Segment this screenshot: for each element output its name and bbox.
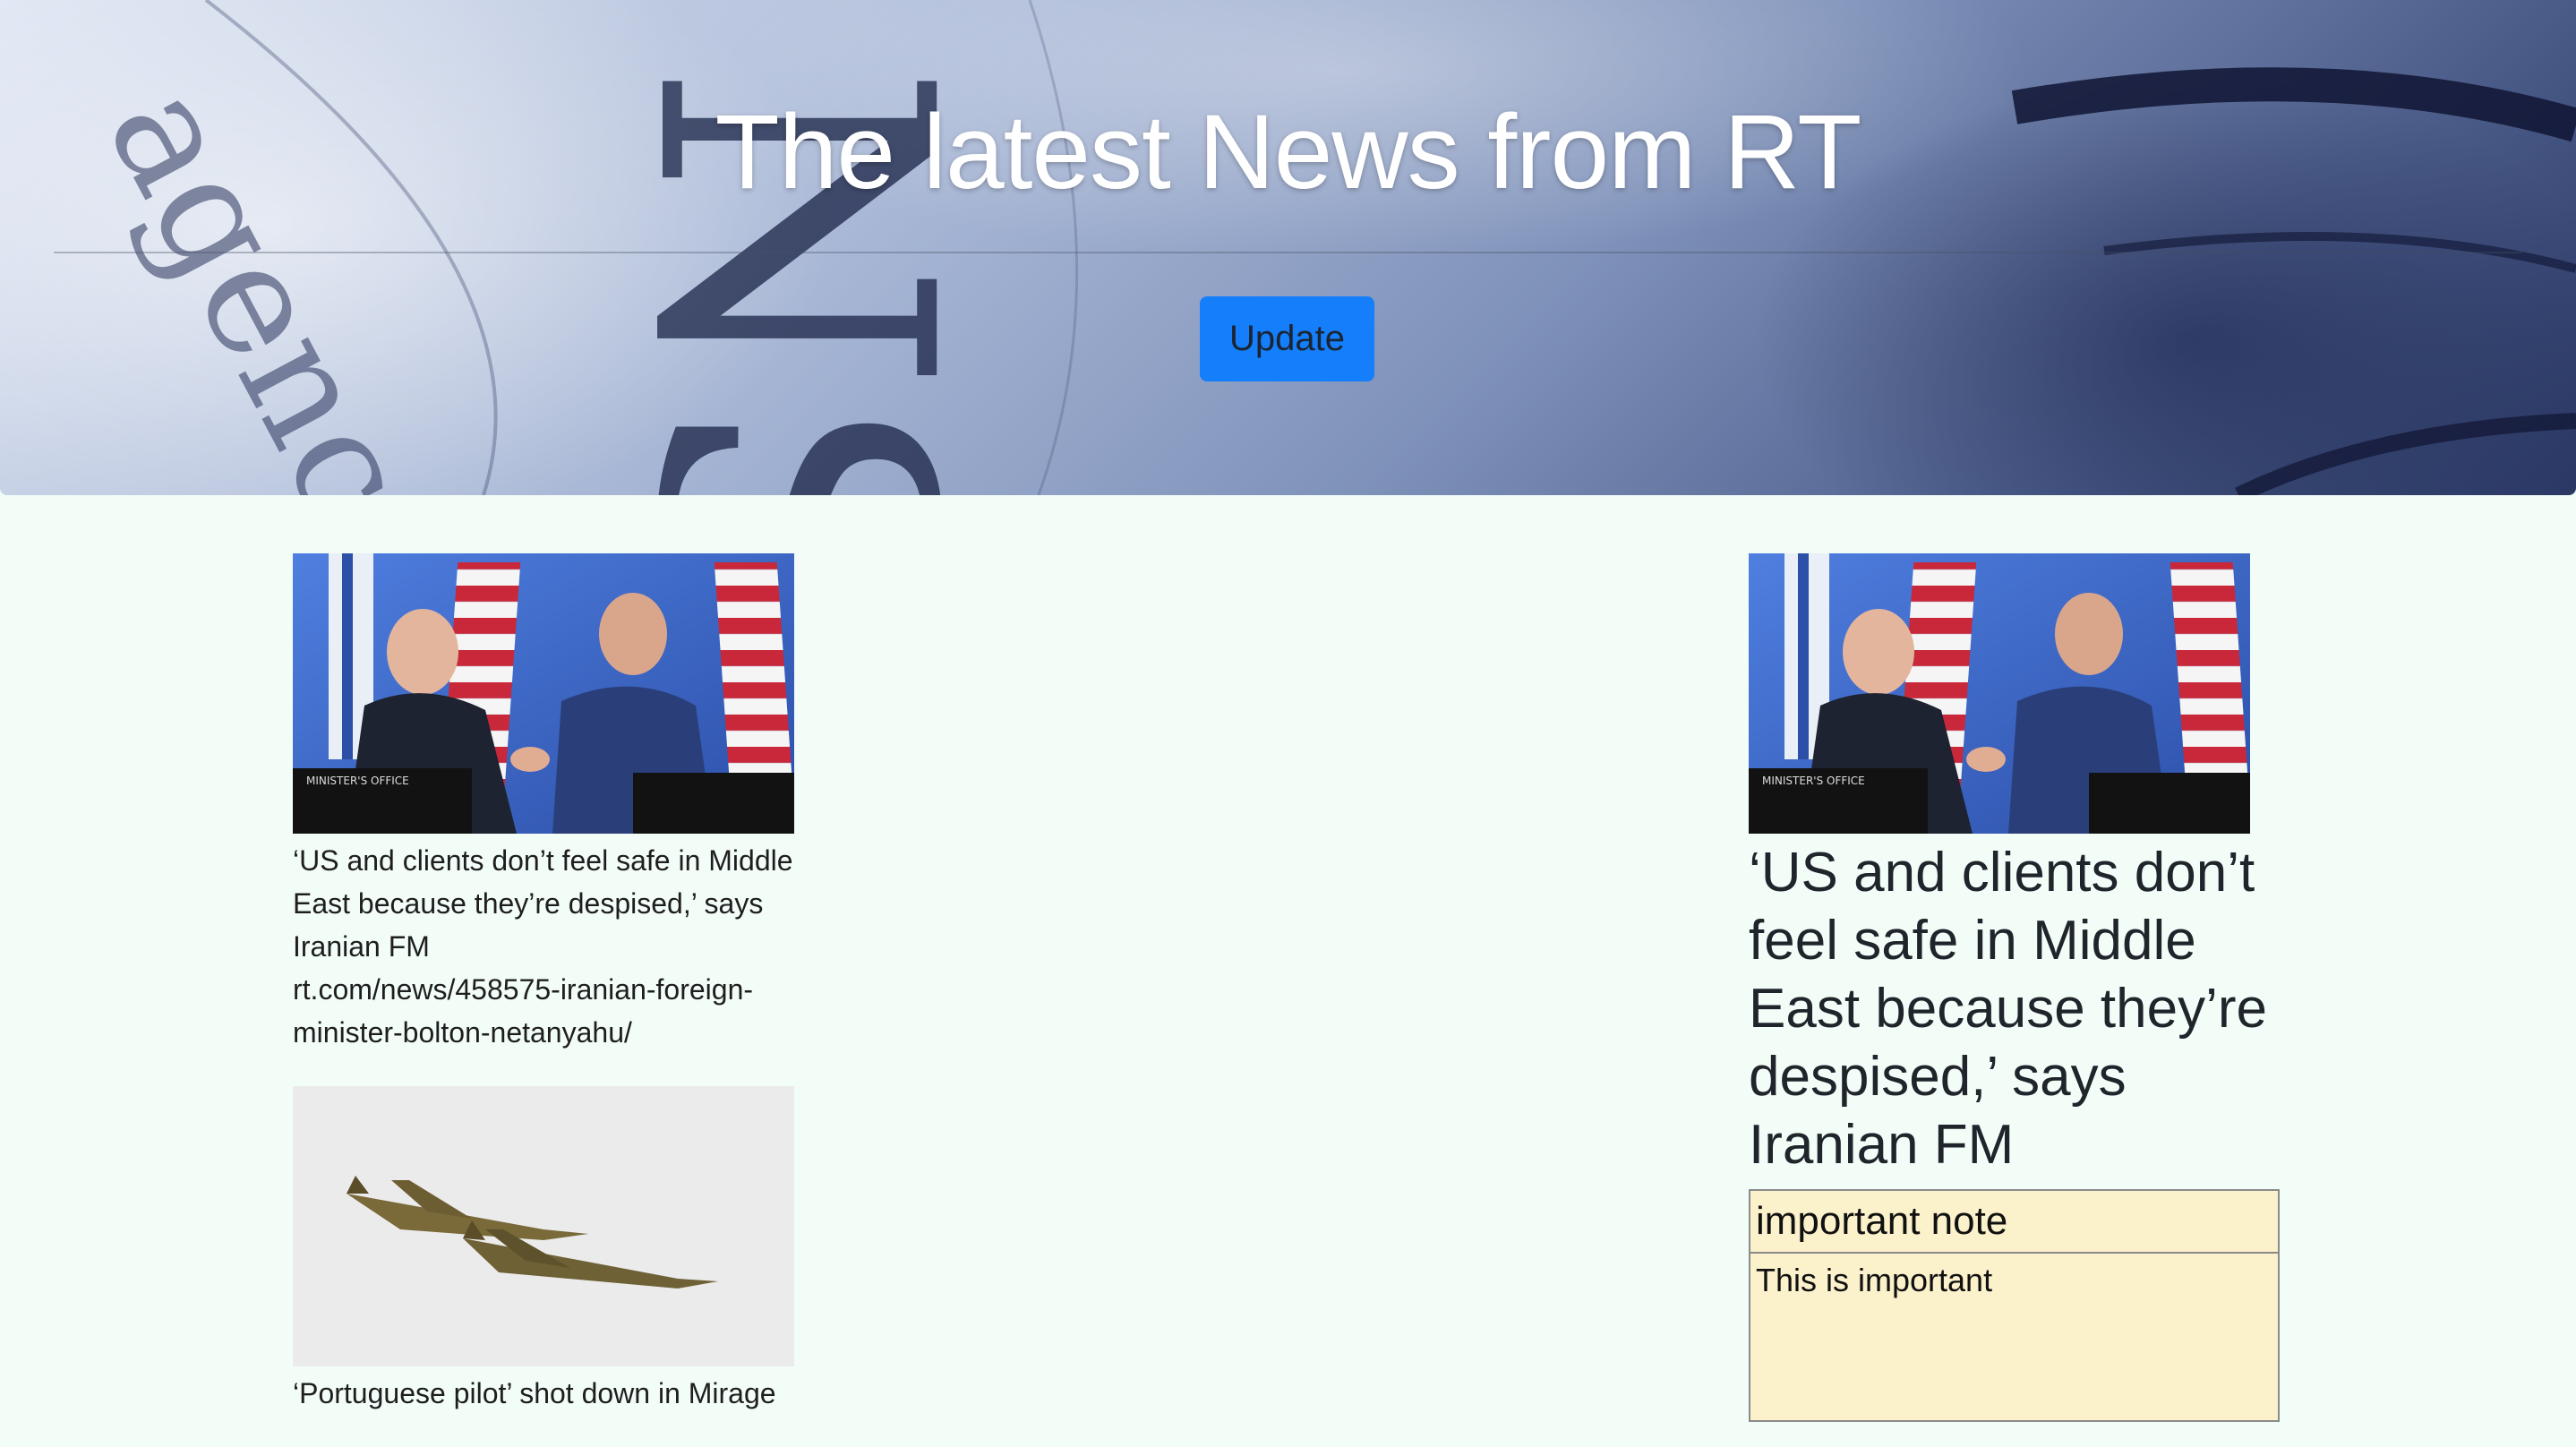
svg-text:MINISTER'S OFFICE: MINISTER'S OFFICE bbox=[1762, 775, 1865, 787]
news-item[interactable]: ‘Portuguese pilot’ shot down in Mirage bbox=[293, 1086, 812, 1415]
handshake-photo: MINISTER'S OFFICE bbox=[1749, 553, 2250, 834]
note-body-textarea[interactable]: This is important bbox=[1750, 1254, 2278, 1420]
newspaper-background-image: agenc NS bbox=[73, 0, 2576, 495]
update-button[interactable]: Update bbox=[1200, 296, 1374, 381]
note-box: This is important bbox=[1749, 1189, 2280, 1422]
news-link[interactable]: rt.com/news/458575-iranian-foreign-minis… bbox=[293, 968, 812, 1054]
article-detail: MINISTER'S OFFICE ‘US and clients don’t … bbox=[1749, 553, 2286, 1179]
news-item[interactable]: MINISTER'S OFFICE ‘US and clients don’t … bbox=[293, 553, 812, 1054]
note-title-input[interactable] bbox=[1750, 1191, 2278, 1254]
header-divider bbox=[54, 252, 2522, 253]
news-title[interactable]: ‘Portuguese pilot’ shot down in Mirage bbox=[293, 1372, 812, 1415]
news-list: MINISTER'S OFFICE ‘US and clients don’t … bbox=[293, 553, 812, 1447]
news-title[interactable]: ‘US and clients don’t feel safe in Middl… bbox=[293, 839, 812, 968]
jet-photo[interactable] bbox=[293, 1086, 794, 1366]
article-headline: ‘US and clients don’t feel safe in Middl… bbox=[1749, 842, 2268, 1176]
svg-text:MINISTER'S OFFICE: MINISTER'S OFFICE bbox=[306, 775, 409, 787]
hero-banner: agenc NS The latest News from RT Update bbox=[0, 0, 2576, 495]
handshake-photo[interactable]: MINISTER'S OFFICE bbox=[293, 553, 794, 834]
page-title: The latest News from RT bbox=[715, 93, 1862, 211]
